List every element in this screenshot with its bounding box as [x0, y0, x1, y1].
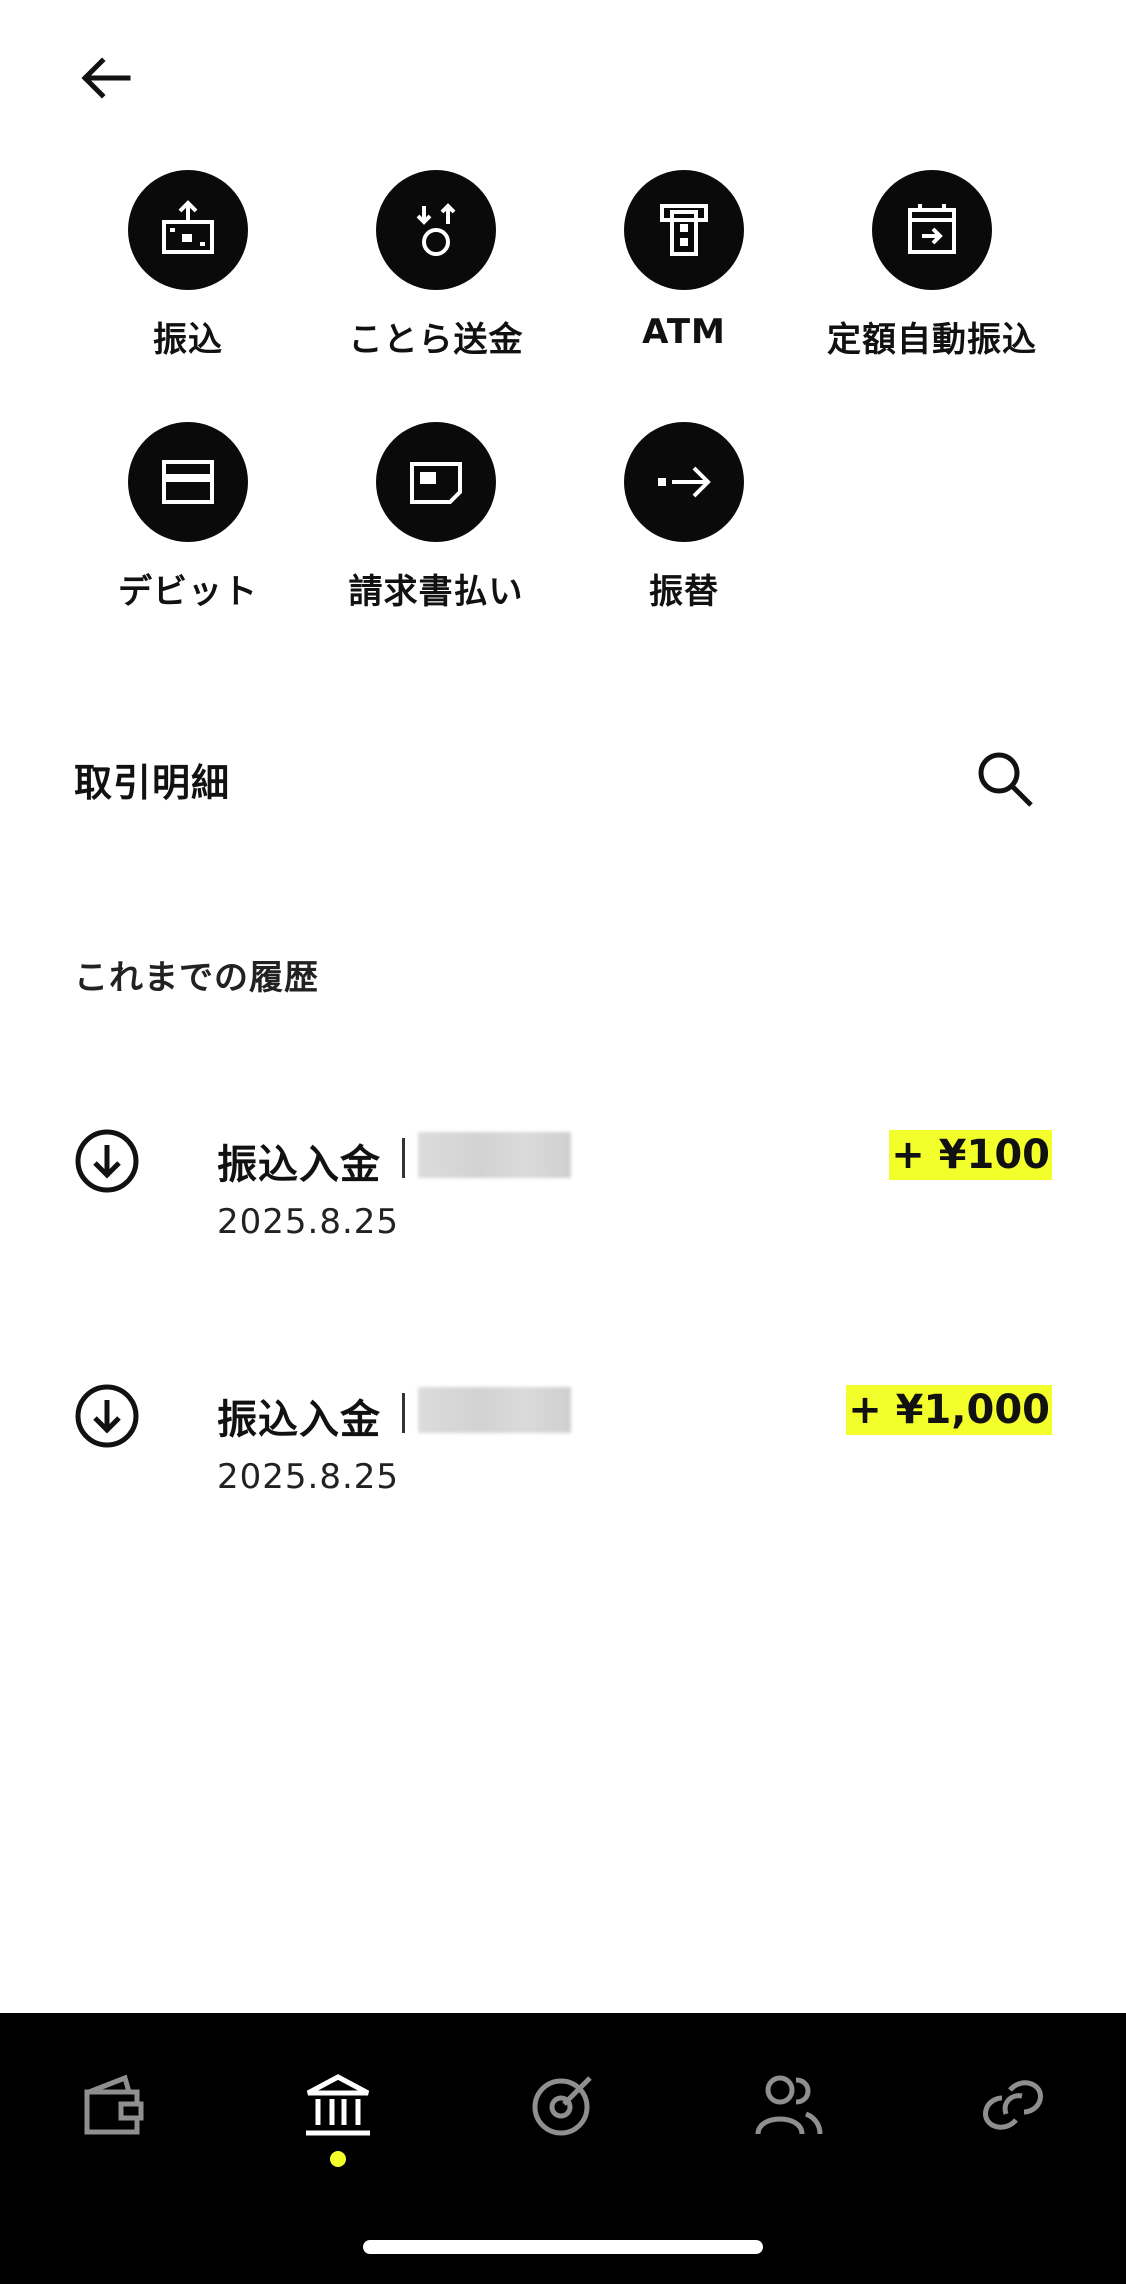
back-button[interactable]	[72, 44, 140, 112]
transaction-title: 振込入金	[217, 1397, 381, 1443]
redacted-sender	[418, 1132, 571, 1178]
action-account-transfer[interactable]: 振替	[560, 422, 808, 613]
tab-goals[interactable]	[523, 2065, 603, 2145]
action-label: 定額自動振込	[827, 320, 1037, 360]
action-kotora-send[interactable]: ことら送金	[312, 170, 560, 361]
action-label: 請求書払い	[348, 572, 524, 612]
bank-icon	[306, 2074, 370, 2136]
transaction-title: 振込入金	[217, 1142, 381, 1188]
target-icon	[532, 2076, 592, 2136]
home-indicator	[363, 2240, 763, 2254]
kotora-send-icon	[416, 203, 456, 256]
transaction-row[interactable]: 振込入金 2025.8.25 + ¥100	[0, 1126, 1126, 1276]
arrow-down-circle-icon	[75, 1129, 139, 1193]
transaction-amount: + ¥100	[889, 1130, 1052, 1180]
search-button[interactable]	[970, 744, 1040, 814]
tab-bank[interactable]	[298, 2065, 378, 2145]
transaction-separator	[402, 1393, 405, 1433]
transactions-title: 取引明細	[74, 761, 231, 805]
action-fixed-auto-transfer[interactable]: 定額自動振込	[808, 170, 1056, 361]
tab-people[interactable]	[749, 2065, 829, 2145]
arrow-right-icon	[658, 466, 711, 498]
action-atm[interactable]: ATM	[560, 170, 808, 352]
action-debit[interactable]: デビット	[64, 422, 312, 613]
bill-icon	[410, 462, 462, 504]
history-title: これまでの履歴	[74, 958, 319, 998]
link-icon	[983, 2080, 1043, 2130]
transaction-separator	[402, 1138, 405, 1178]
transaction-date: 2025.8.25	[217, 1202, 400, 1242]
redacted-sender	[418, 1387, 571, 1433]
arrow-down-circle-icon	[75, 1384, 139, 1448]
action-transfer[interactable]: 振込	[64, 170, 312, 361]
people-icon	[755, 2075, 823, 2135]
action-label: ATM	[642, 312, 726, 352]
arrow-left-icon	[81, 57, 131, 99]
tab-links[interactable]	[973, 2065, 1053, 2145]
transaction-row[interactable]: 振込入金 2025.8.25 + ¥1,000	[0, 1381, 1126, 1531]
active-tab-indicator	[330, 2151, 346, 2167]
calendar-transfer-icon	[908, 204, 956, 254]
action-label: 振込	[153, 320, 223, 360]
atm-icon	[660, 204, 708, 256]
transfer-money-icon	[162, 200, 214, 254]
action-label: 振替	[649, 572, 719, 612]
action-label: デビット	[118, 572, 258, 612]
card-icon	[162, 460, 214, 504]
transaction-amount: + ¥1,000	[846, 1385, 1052, 1435]
action-label: ことら送金	[348, 320, 524, 360]
transaction-date: 2025.8.25	[217, 1457, 400, 1497]
tab-wallet[interactable]	[74, 2065, 154, 2145]
action-bill-payment[interactable]: 請求書払い	[312, 422, 560, 613]
wallet-icon	[84, 2074, 144, 2135]
search-icon	[978, 752, 1033, 807]
